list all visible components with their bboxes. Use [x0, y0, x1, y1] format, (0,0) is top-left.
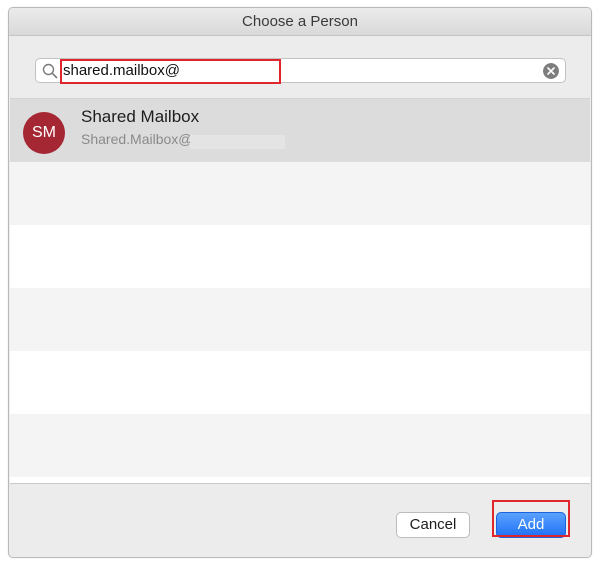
contact-email: Shared.Mailbox@ — [81, 131, 193, 147]
search-input[interactable]: shared.mailbox@ — [35, 58, 566, 83]
results-list: SM Shared Mailbox Shared.Mailbox@ — [10, 98, 590, 484]
empty-row — [10, 162, 590, 225]
empty-row — [10, 351, 590, 414]
contact-name: Shared Mailbox — [81, 107, 200, 126]
clear-icon[interactable] — [543, 63, 559, 79]
cancel-button[interactable]: Cancel — [396, 512, 470, 538]
search-icon — [42, 63, 58, 79]
avatar: SM — [23, 112, 65, 154]
dialog-footer: Cancel Add — [9, 484, 591, 557]
empty-row — [10, 288, 590, 351]
add-button[interactable]: Add — [496, 512, 566, 538]
search-area: shared.mailbox@ — [9, 36, 591, 98]
search-input-value[interactable]: shared.mailbox@ — [63, 61, 180, 81]
choose-person-dialog: Choose a Person shared.mailbox@ SM Share… — [8, 7, 592, 558]
empty-row — [10, 414, 590, 477]
empty-row — [10, 225, 590, 288]
email-redaction — [190, 135, 285, 149]
dialog-title: Choose a Person — [9, 8, 591, 36]
list-item[interactable]: SM Shared Mailbox Shared.Mailbox@ — [10, 99, 590, 162]
